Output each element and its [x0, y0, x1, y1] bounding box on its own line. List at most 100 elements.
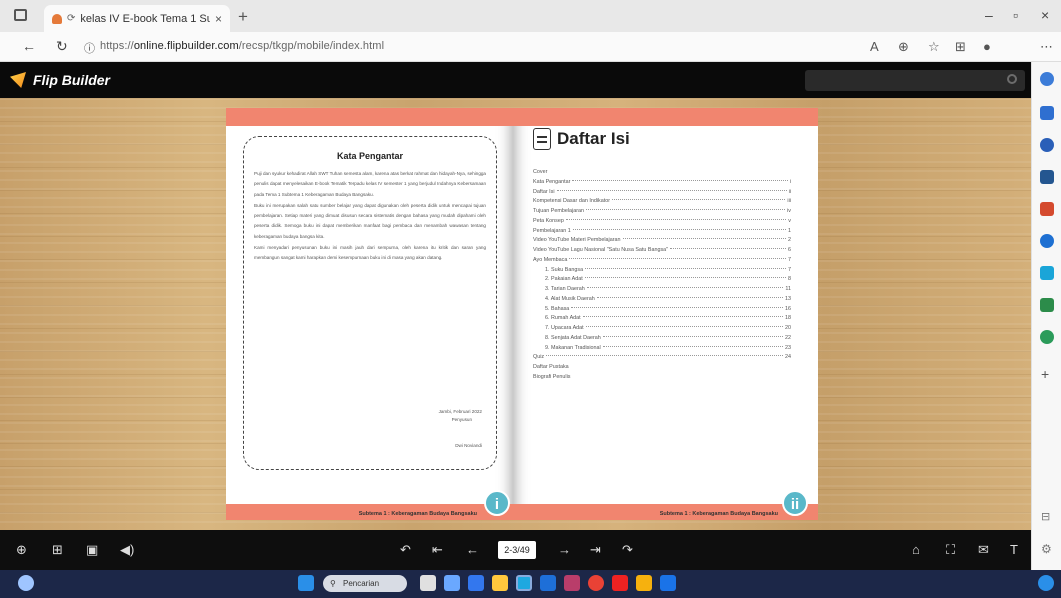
toc-row[interactable]: Kata Pengantar i: [533, 178, 791, 188]
site-info-icon[interactable]: ⓘ: [84, 40, 95, 56]
toc-page-number: 6: [788, 247, 791, 253]
browser-tab[interactable]: ⟳ kelas IV E-book Tema 1 Sub ×: [44, 5, 230, 32]
url-host: online.flipbuilder.com: [133, 40, 239, 52]
previous-page-icon[interactable]: ←: [466, 542, 479, 557]
toc-label: Cover: [533, 169, 548, 175]
more-menu-icon[interactable]: ⋯: [1040, 39, 1053, 55]
app-icon[interactable]: [660, 575, 676, 591]
sidebar-add-icon[interactable]: +: [1041, 366, 1049, 382]
email-icon[interactable]: ✉: [978, 542, 989, 558]
toc-page-number: 11: [785, 286, 791, 292]
document-icon: [533, 128, 551, 150]
sidebar-outlook-icon[interactable]: [1040, 266, 1054, 280]
favorite-star-icon[interactable]: ☆: [928, 39, 940, 55]
toc-row[interactable]: Peta Konsep v: [533, 217, 791, 227]
search-icon[interactable]: [1007, 74, 1017, 84]
toc-row[interactable]: Ayo Membaca 7: [533, 256, 791, 266]
toc-row[interactable]: Video YouTube Lagu Nasional "Satu Nusa S…: [533, 246, 791, 256]
first-page-icon[interactable]: ⇤: [432, 542, 443, 558]
chrome-icon[interactable]: [588, 575, 604, 591]
profile-icon[interactable]: ●: [983, 39, 991, 54]
sidebar-drop-icon[interactable]: [1040, 330, 1054, 344]
tab-close-icon[interactable]: ×: [215, 12, 222, 26]
window-menu-icon[interactable]: [14, 9, 27, 21]
refresh-icon[interactable]: ↻: [56, 38, 68, 55]
sidebar-tools-icon[interactable]: [1040, 170, 1054, 184]
toc-label: Kata Pengantar: [533, 178, 571, 185]
notification-icon[interactable]: [1038, 575, 1054, 591]
toc-page-number: ii: [788, 188, 791, 195]
sidebar-designer-icon[interactable]: [1040, 298, 1054, 312]
next-page-icon[interactable]: →: [558, 542, 571, 557]
chat-icon[interactable]: [468, 575, 484, 591]
toc-label: Tujuan Pembelajaran: [533, 208, 585, 214]
read-aloud-icon[interactable]: A: [870, 39, 879, 54]
toc-row[interactable]: 8. Senjata Adat Daerah 22: [533, 334, 791, 344]
file-explorer-icon[interactable]: [492, 575, 508, 591]
text-icon[interactable]: T: [1010, 542, 1018, 557]
sound-icon[interactable]: ◀): [120, 542, 134, 558]
toc-row[interactable]: Daftar Pustaka: [533, 363, 791, 373]
right-page[interactable]: Daftar Isi Cover Kata Pengantar i Daftar Is…: [513, 108, 818, 520]
sidebar-layout-icon[interactable]: ⊟: [1041, 510, 1050, 523]
toc-row[interactable]: 2. Pakaian Adat 8: [533, 275, 791, 285]
microsoft-store-icon[interactable]: [540, 575, 556, 591]
sidebar-search-icon[interactable]: [1040, 72, 1054, 86]
weather-icon[interactable]: [18, 575, 34, 591]
zoom-icon[interactable]: ⊕: [16, 542, 27, 558]
widgets-icon[interactable]: [444, 575, 460, 591]
sidebar-copilot-icon[interactable]: [1040, 106, 1054, 120]
toc-row[interactable]: Tujuan Pembelajaran iv: [533, 207, 791, 217]
table-of-contents-icon[interactable]: ▣: [86, 542, 98, 558]
last-page-icon[interactable]: ⇥: [590, 542, 601, 558]
toc-row[interactable]: Kompetensi Dasar dan Indikator iii: [533, 197, 791, 207]
fullscreen-icon[interactable]: ⛶: [946, 542, 955, 558]
share-icon[interactable]: ⌂: [912, 542, 920, 557]
redo-icon[interactable]: ↷: [622, 542, 633, 558]
task-view-icon[interactable]: [420, 575, 436, 591]
toc-row[interactable]: 7. Upacara Adat 20: [533, 324, 791, 334]
undo-icon[interactable]: ↶: [400, 542, 411, 558]
sidebar-office-icon[interactable]: [1040, 234, 1054, 248]
taskbar-search-input[interactable]: ⚲ Pencarian: [323, 575, 407, 592]
sidebar-settings-icon[interactable]: ⚙: [1041, 542, 1052, 556]
toc-row[interactable]: 9. Makanan Tradisional 23: [533, 344, 791, 354]
toc-row[interactable]: Cover: [533, 168, 791, 178]
sidebar-games-icon[interactable]: [1040, 202, 1054, 216]
app-header: Flip Builder: [0, 62, 1031, 98]
toc-leader: [582, 316, 783, 318]
collections-icon[interactable]: ⊞: [955, 39, 966, 55]
toc-row[interactable]: Biografi Penulis: [533, 373, 791, 383]
new-tab-button[interactable]: +: [238, 7, 248, 27]
toc-row[interactable]: Quiz 24: [533, 353, 791, 363]
sidebar-shopping-icon[interactable]: [1040, 138, 1054, 152]
url-field[interactable]: https://online.flipbuilder.com/recsp/tkg…: [100, 40, 384, 52]
photos-icon[interactable]: [636, 575, 652, 591]
toc-row[interactable]: Daftar Isi ii: [533, 188, 791, 198]
mail-icon[interactable]: [564, 575, 580, 591]
search-input[interactable]: [805, 70, 1025, 91]
back-arrow-icon[interactable]: ←: [22, 38, 36, 54]
toc-leader: [572, 179, 788, 181]
thumbnails-icon[interactable]: ⊞: [52, 542, 63, 558]
toc-row[interactable]: 4. Alat Musik Daerah 13: [533, 295, 791, 305]
toc-leader: [584, 277, 786, 279]
toc-row[interactable]: 6. Rumah Adat 18: [533, 314, 791, 324]
page-number-input[interactable]: 2-3/49: [498, 541, 536, 559]
toc-row[interactable]: 3. Tarian Daerah 11: [533, 285, 791, 295]
youtube-icon[interactable]: [612, 575, 628, 591]
start-button-icon[interactable]: [298, 575, 314, 591]
toc-label: 1. Suku Bangsa: [545, 266, 584, 273]
minimize-button[interactable]: –: [985, 7, 993, 23]
left-page[interactable]: Kata Pengantar Puji dan syukur kehadirat…: [226, 108, 513, 520]
maximize-button[interactable]: ▫: [1013, 7, 1018, 23]
toc-row[interactable]: Video YouTube Materi Pembelajaran 2: [533, 236, 791, 246]
toc-leader: [586, 209, 786, 210]
edge-browser-icon[interactable]: [516, 575, 532, 591]
extensions-icon[interactable]: ⊕: [898, 39, 909, 55]
toc-row[interactable]: 5. Bahasa 16: [533, 305, 791, 315]
close-window-button[interactable]: ×: [1041, 7, 1049, 23]
toc-row[interactable]: Pembelajaran 1 1: [533, 227, 791, 237]
toc-row[interactable]: 1. Suku Bangsa 7: [533, 266, 791, 276]
toc-leader: [571, 306, 783, 308]
